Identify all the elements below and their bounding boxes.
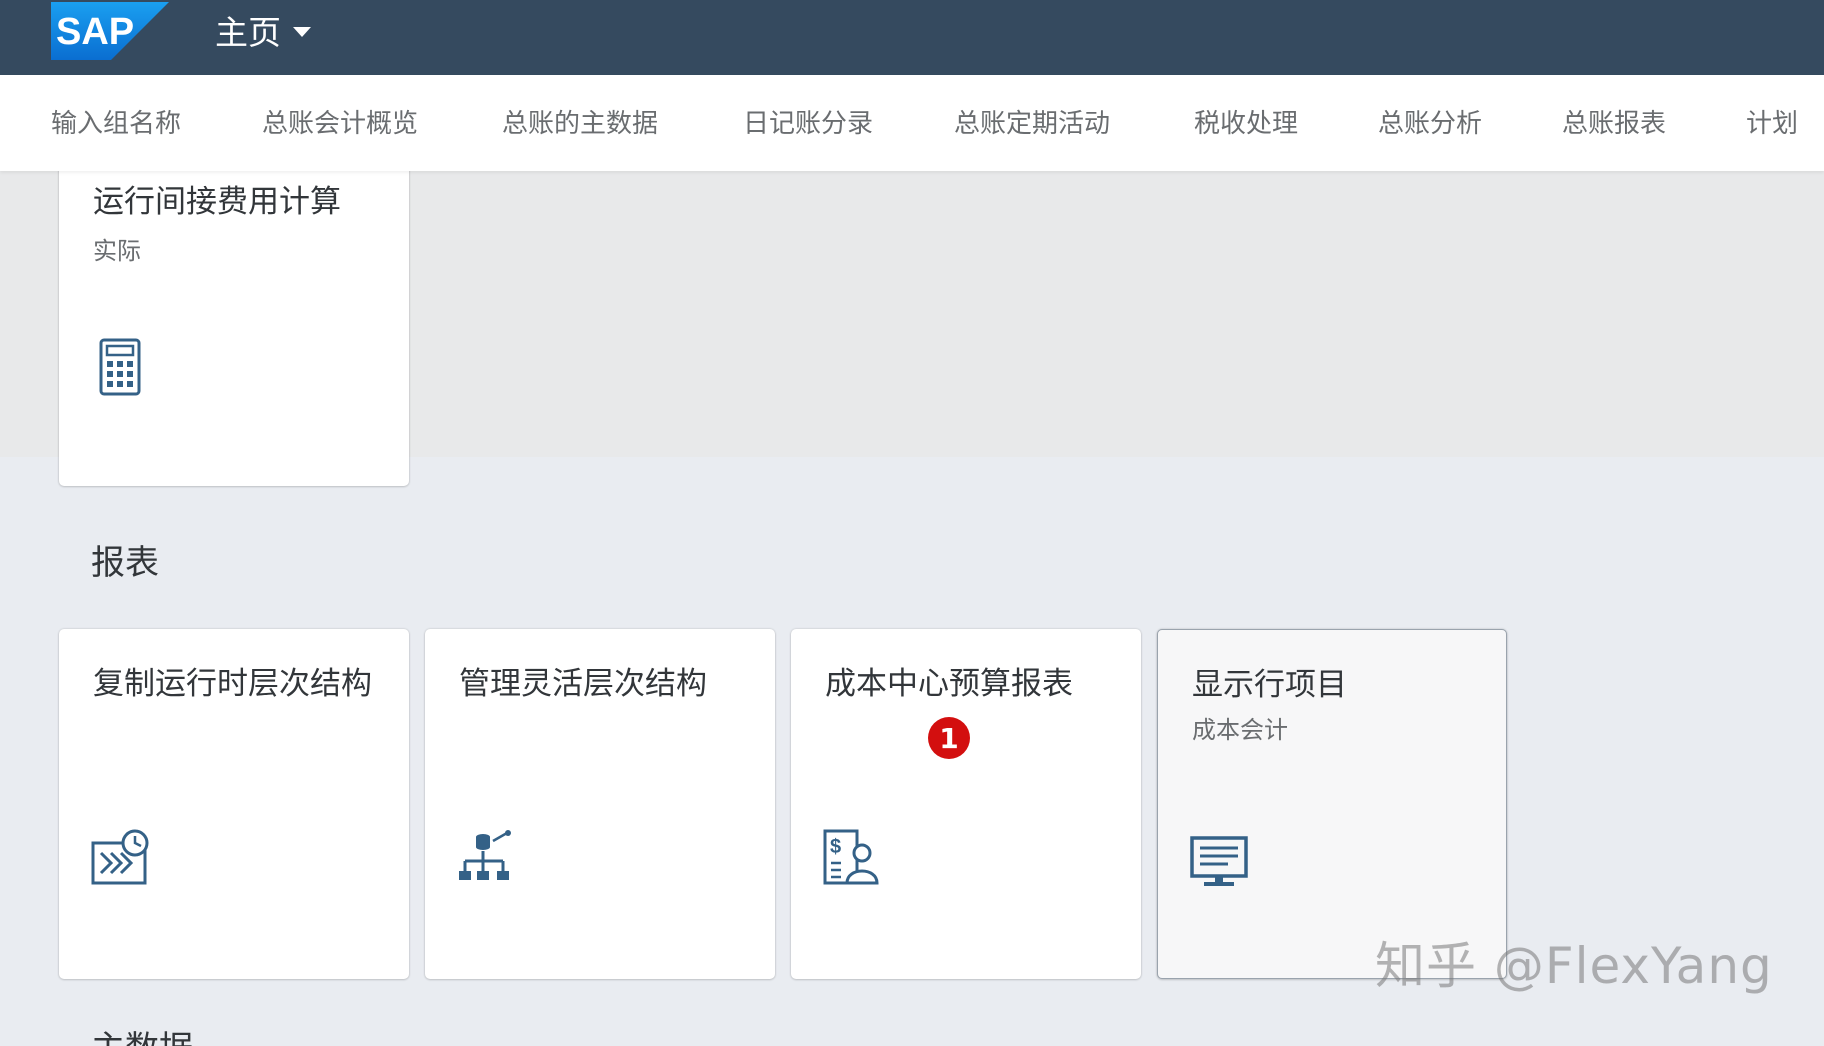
- tile-cost-center-budget-report[interactable]: 成本中心预算报表 $: [791, 629, 1141, 979]
- tile-title: 运行间接费用计算: [93, 184, 341, 220]
- tile-subtitle: 实际: [93, 237, 141, 265]
- tile-title: 复制运行时层次结构: [93, 666, 372, 702]
- budget-person-icon: $: [823, 829, 879, 885]
- anchor-item-journal-entries[interactable]: 日记账分录: [743, 103, 873, 140]
- tile-subtitle: 成本会计: [1192, 716, 1288, 744]
- launchpad-content: 运行间接费用计算 实际 报表 复制运行时层次结构 管理灵活层次结构 成本中心预算…: [0, 171, 1824, 1046]
- tile-copy-runtime-hierarchy[interactable]: 复制运行时层次结构: [59, 629, 409, 979]
- anchor-item-gl-reports[interactable]: 总账报表: [1562, 103, 1666, 140]
- anchor-item-gl-overview[interactable]: 总账会计概览: [262, 103, 418, 140]
- tile-title: 显示行项目: [1192, 667, 1347, 703]
- tile-title: 成本中心预算报表: [825, 666, 1073, 702]
- anchor-item-planning[interactable]: 计划: [1746, 103, 1798, 140]
- anchor-item-gl-master-data[interactable]: 总账的主数据: [502, 103, 658, 140]
- anchor-item-gl-periodic[interactable]: 总账定期活动: [954, 103, 1110, 140]
- caret-down-icon: [293, 27, 311, 37]
- hierarchy-org-icon: [459, 830, 511, 880]
- monitor-icon: [1190, 836, 1248, 886]
- section-title-master-data: 主数据: [91, 1021, 193, 1046]
- copy-runtime-hierarchy-icon: [91, 829, 149, 885]
- home-title: 主页: [215, 13, 281, 52]
- anchor-item-group-name[interactable]: 输入组名称: [51, 103, 181, 140]
- watermark: 知乎 @FlexYang: [1375, 937, 1773, 995]
- shell-bar: SAP 主页: [0, 0, 1824, 75]
- tile-overhead-calculation[interactable]: 运行间接费用计算 实际: [59, 171, 409, 486]
- annotation-badge: 1: [928, 717, 970, 759]
- tile-manage-flexible-hierarchy[interactable]: 管理灵活层次结构: [425, 629, 775, 979]
- sap-logo[interactable]: SAP: [51, 2, 169, 60]
- section-title-reports: 报表: [91, 543, 159, 583]
- calculator-icon: [99, 338, 141, 396]
- tile-title: 管理灵活层次结构: [459, 666, 707, 702]
- svg-text:$: $: [830, 836, 841, 858]
- anchor-item-tax[interactable]: 税收处理: [1194, 103, 1298, 140]
- anchor-navigation-bar: 输入组名称 总账会计概览 总账的主数据 日记账分录 总账定期活动 税收处理 总账…: [0, 75, 1824, 171]
- anchor-item-gl-analysis[interactable]: 总账分析: [1378, 103, 1482, 140]
- home-menu-button[interactable]: 主页: [215, 8, 311, 52]
- sap-logo-text: SAP: [56, 11, 134, 53]
